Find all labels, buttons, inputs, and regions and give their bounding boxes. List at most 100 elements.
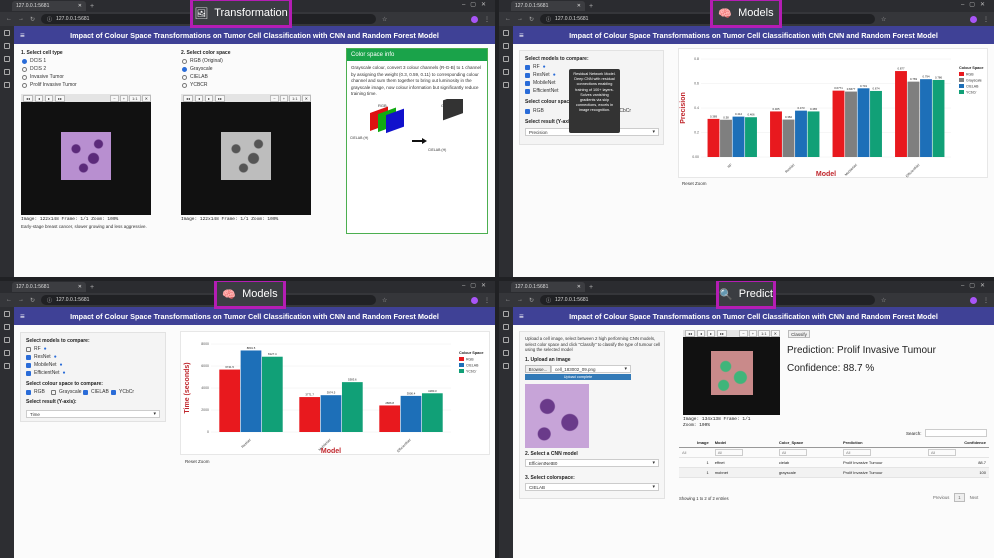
hamburger-icon[interactable]: ≡ [20,312,25,321]
sidebar-icon[interactable] [4,82,10,88]
cell-type-option[interactable]: DCIS 1 [22,58,46,64]
cnn-select[interactable]: EfficientNetB0 [525,459,659,467]
menu-icon[interactable]: ⋮ [983,297,989,304]
model-checkbox[interactable]: RF ● [26,346,47,352]
star-icon[interactable]: ☆ [382,297,387,304]
filter-cell[interactable]: All [839,447,925,458]
zoom-out-button[interactable]: − [270,94,279,102]
zoom-in-button[interactable]: + [748,330,758,337]
filter-cell[interactable]: All [711,447,776,458]
sidebar-icon[interactable] [503,56,509,62]
sidebar-icon[interactable] [503,43,509,49]
menu-icon[interactable]: ⋮ [983,16,989,23]
window-controls[interactable]: –▢✕ [961,282,990,289]
cell-type-option[interactable]: DCIS 2 [22,66,46,72]
close-button[interactable]: ✕ [141,94,151,102]
tool-button[interactable]: ◂◂ [183,94,194,102]
new-tab-icon[interactable]: + [589,3,593,10]
zoom-out-button[interactable]: − [739,330,748,337]
close-tab-icon[interactable]: ✕ [577,3,581,9]
browser-tab[interactable]: 127.0.0.1:5681 ✕ [12,282,86,292]
result-select[interactable]: Time [26,410,160,418]
reset-zoom-button[interactable]: Reset Zoom [682,181,707,186]
next-page-button[interactable]: Next [970,495,979,500]
sidebar-icon[interactable] [4,311,10,317]
help-icon[interactable]: ● [62,370,65,376]
filter-cell[interactable]: All [924,447,989,458]
help-icon[interactable]: ● [60,362,63,368]
prev-page-button[interactable]: Previous [933,495,949,500]
sidebar-icon[interactable] [503,82,509,88]
model-checkbox[interactable]: MobileNet [525,80,556,86]
tool-button[interactable]: ◂ [195,94,204,102]
help-icon[interactable]: ● [543,64,546,70]
profile-avatar[interactable] [471,15,478,23]
original-image-viewer[interactable] [21,102,151,215]
model-checkbox[interactable]: MobileNet ● [26,362,63,368]
reload-icon[interactable]: ↻ [30,297,35,304]
sidebar-icon[interactable] [4,324,10,330]
zoom-out-button[interactable]: − [110,94,119,102]
tool-button[interactable]: ▸▸ [717,330,728,337]
forward-icon[interactable]: → [517,297,523,303]
cell-type-option[interactable]: Invasive Tumor [22,74,64,80]
hamburger-icon[interactable]: ≡ [519,31,524,40]
filter-cell[interactable]: All [679,447,712,458]
browser-tab[interactable]: 127.0.0.1:5681 ✕ [12,1,86,11]
menu-icon[interactable]: ⋮ [484,297,490,304]
classify-button[interactable]: Classify [788,330,810,338]
back-icon[interactable]: ← [6,297,12,303]
tool-button[interactable]: ◂◂ [23,94,34,102]
reload-icon[interactable]: ↻ [529,16,534,23]
back-icon[interactable]: ← [505,16,511,22]
star-icon[interactable]: ☆ [382,16,387,23]
transformed-image-viewer[interactable] [181,102,311,215]
sidebar-icon[interactable] [503,69,509,75]
sidebar-icon[interactable] [503,311,509,317]
browser-tab[interactable]: 127.0.0.1:5681 ✕ [511,282,585,292]
window-controls[interactable]: –▢✕ [462,282,491,289]
back-icon[interactable]: ← [6,16,12,22]
close-tab-icon[interactable]: ✕ [78,3,82,9]
close-button[interactable]: ✕ [770,330,780,337]
filter-cell[interactable]: All [775,447,840,458]
profile-avatar[interactable] [970,15,977,23]
color-space-option[interactable]: YCBCR [182,82,208,88]
new-tab-icon[interactable]: + [589,284,593,291]
help-icon[interactable]: ● [54,354,57,360]
forward-icon[interactable]: → [517,16,523,22]
fit-button[interactable]: 1:1 [758,330,770,337]
colour-checkbox[interactable]: CIELAB [83,389,109,395]
column-header[interactable]: Image [679,438,712,448]
close-tab-icon[interactable]: ✕ [577,284,581,290]
reload-icon[interactable]: ↻ [529,297,534,304]
column-header[interactable]: Model [711,438,776,448]
fit-button[interactable]: 1:1 [129,94,141,102]
sidebar-icon[interactable] [503,337,509,343]
tool-button[interactable]: ▸ [45,94,54,102]
table-row[interactable]: 1 mobnet grayscale Prolif Invasive Tumou… [679,467,989,478]
tool-button[interactable]: ▸ [205,94,214,102]
sidebar-icon[interactable] [503,350,509,356]
zoom-in-button[interactable]: + [119,94,129,102]
new-tab-icon[interactable]: + [90,3,94,10]
forward-icon[interactable]: → [18,16,24,22]
prediction-image-viewer[interactable] [683,337,780,415]
reset-zoom-button[interactable]: Reset Zoom [185,459,210,464]
url-field[interactable]: ⓘ 127.0.0.1:5681 [540,14,876,24]
hamburger-icon[interactable]: ≡ [519,312,524,321]
column-header[interactable]: Prediction [839,438,925,448]
cell-type-option[interactable]: Prolif Invasive Tumor [22,82,77,88]
hamburger-icon[interactable]: ≡ [20,31,25,40]
new-tab-icon[interactable]: + [90,284,94,291]
forward-icon[interactable]: → [18,297,24,303]
colour-checkbox[interactable]: RGB [26,389,45,395]
table-row[interactable]: 1 effnet cielab Prolif Invasive Tumour 8… [679,457,989,468]
sidebar-icon[interactable] [503,363,509,369]
color-space-option[interactable]: CIELAB [182,74,208,80]
model-checkbox[interactable]: ResNet ● [525,72,556,78]
colour-checkbox[interactable]: YCbCr [111,389,134,395]
sidebar-icon[interactable] [4,350,10,356]
tool-button[interactable]: ▸▸ [55,94,66,102]
browse-button[interactable]: Browse... [525,365,551,373]
